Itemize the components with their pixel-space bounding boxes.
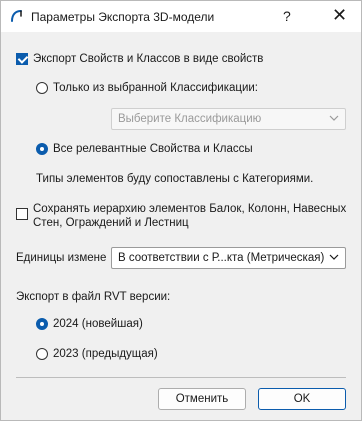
mapping-info-text: Типы элементов буду сопоставлены с Катег… bbox=[36, 173, 313, 185]
all-relevant-label: Все релевантные Свойства и Классы bbox=[53, 143, 253, 155]
mapping-info-label: Типы элементов буду сопоставлены с Катег… bbox=[36, 173, 314, 185]
keep-hierarchy-text: Сохранять иерархию элементов Балок, Коло… bbox=[33, 202, 346, 230]
footer-divider bbox=[16, 377, 346, 378]
export-properties-checkbox[interactable] bbox=[16, 53, 28, 65]
rvt-2024-radio[interactable] bbox=[36, 318, 48, 330]
all-relevant-option[interactable]: Все релевантные Свойства и Классы bbox=[36, 143, 253, 155]
export-properties-label: Экспорт Свойств и Классов в виде свойств bbox=[33, 53, 264, 65]
rvt-2024-label: 2024 (новейшая) bbox=[53, 318, 143, 330]
ok-button[interactable]: OK bbox=[258, 388, 346, 410]
units-select-value: В соответствии с Р...кта (Метрическая) bbox=[118, 252, 325, 264]
keep-hierarchy-line2: Стен, Ограждений и Лестниц bbox=[33, 217, 189, 229]
cancel-button[interactable]: Отменить bbox=[158, 388, 246, 410]
only-selected-radio[interactable] bbox=[36, 82, 48, 94]
keep-hierarchy-checkbox[interactable] bbox=[16, 208, 28, 220]
chevron-down-icon bbox=[329, 115, 339, 121]
rvt-2023-option[interactable]: 2023 (предыдущая) bbox=[36, 348, 158, 360]
only-selected-option[interactable]: Только из выбранной Классификации: bbox=[36, 82, 258, 94]
units-select[interactable]: В соответствии с Р...кта (Метрическая) bbox=[111, 247, 346, 269]
dialog-title: Параметры Экспорта 3D-модели bbox=[31, 10, 215, 24]
units-label-row: Единицы измене bbox=[16, 252, 106, 264]
rvt-version-heading: Экспорт в файл RVT версии: bbox=[16, 291, 170, 303]
keep-hierarchy-line1: Сохранять иерархию элементов Балок, Коло… bbox=[33, 203, 347, 215]
help-button[interactable]: ? bbox=[283, 8, 291, 24]
all-relevant-radio[interactable] bbox=[36, 143, 48, 155]
app-logo-icon bbox=[11, 10, 22, 22]
classification-select-value: Выберите Классификацию bbox=[118, 113, 262, 125]
rvt-2024-option[interactable]: 2024 (новейшая) bbox=[36, 318, 143, 330]
rvt-2023-label: 2023 (предыдущая) bbox=[53, 348, 158, 360]
keep-hierarchy-option[interactable]: Сохранять иерархию элементов Балок, Коло… bbox=[16, 202, 346, 230]
close-button[interactable]: ✕ bbox=[332, 5, 347, 26]
export-properties-option[interactable]: Экспорт Свойств и Классов в виде свойств bbox=[16, 53, 263, 65]
title-bar: Параметры Экспорта 3D-модели ? ✕ bbox=[1, 1, 361, 32]
rvt-version-label: Экспорт в файл RVT версии: bbox=[16, 291, 171, 303]
export-3d-dialog: Параметры Экспорта 3D-модели ? ✕ Экспорт… bbox=[0, 0, 362, 421]
rvt-2023-radio[interactable] bbox=[36, 348, 48, 360]
classification-select[interactable]: Выберите Классификацию bbox=[111, 108, 346, 130]
only-selected-label: Только из выбранной Классификации: bbox=[53, 82, 259, 94]
chevron-down-icon bbox=[329, 254, 339, 260]
units-label: Единицы измене bbox=[16, 252, 107, 264]
